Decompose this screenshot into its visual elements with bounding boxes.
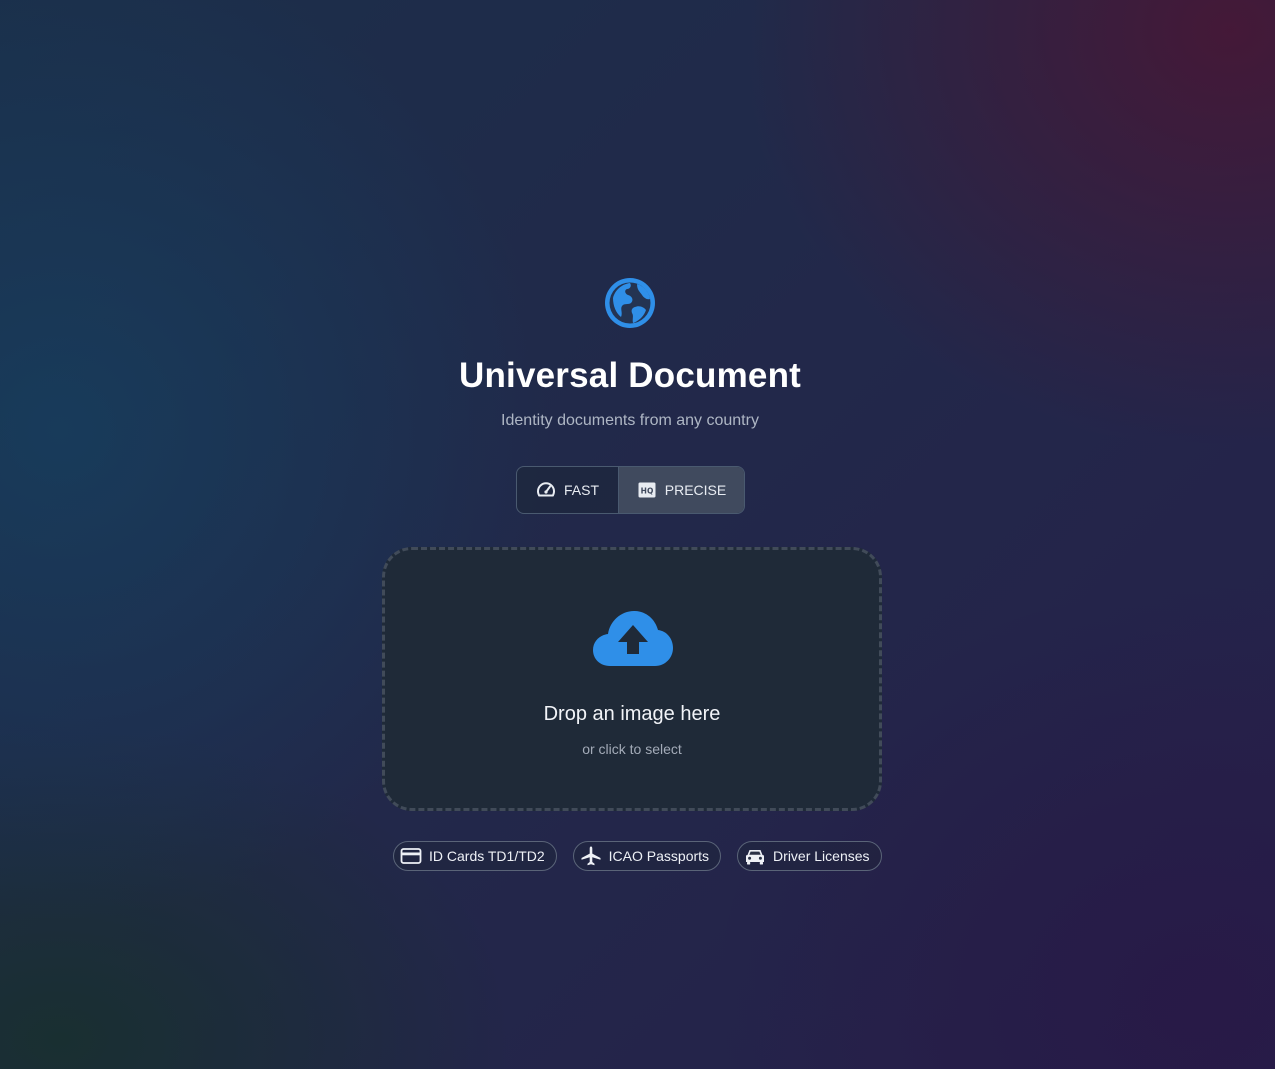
chip-id-cards-label: ID Cards TD1/TD2 xyxy=(429,848,545,864)
chip-passports-label: ICAO Passports xyxy=(608,848,710,864)
chip-driver-licenses: Driver Licenses xyxy=(737,841,882,871)
airplane-icon xyxy=(580,845,602,867)
chip-passports: ICAO Passports xyxy=(572,841,722,871)
image-dropzone[interactable]: Drop an image here or click to select xyxy=(382,547,882,811)
globe-icon xyxy=(605,278,655,328)
credit-card-icon xyxy=(400,845,422,867)
speedometer-icon xyxy=(536,482,555,497)
chip-id-cards: ID Cards TD1/TD2 xyxy=(393,841,557,871)
mode-fast-label: FAST xyxy=(563,482,599,498)
chip-driver-licenses-label: Driver Licenses xyxy=(773,848,870,864)
mode-precise-label: PRECISE xyxy=(664,482,727,498)
dropzone-subtitle: or click to select xyxy=(582,741,682,757)
car-icon xyxy=(744,845,766,867)
hq-icon: HQ xyxy=(638,482,656,498)
page-subtitle: Identity documents from any country xyxy=(501,412,759,429)
mode-fast-button[interactable]: FAST xyxy=(517,467,619,513)
page-title: Universal Document xyxy=(458,356,802,395)
app-root: Universal Document Identity documents fr… xyxy=(0,0,1275,1069)
mode-toggle: FAST HQ PRECISE xyxy=(516,466,745,514)
supported-types-list: ID Cards TD1/TD2 ICAO Passports Driver L… xyxy=(393,841,882,871)
cloud-upload-icon xyxy=(593,611,673,666)
svg-text:HQ: HQ xyxy=(640,487,653,496)
mode-precise-button[interactable]: HQ PRECISE xyxy=(619,467,744,513)
dropzone-title: Drop an image here xyxy=(543,703,721,725)
